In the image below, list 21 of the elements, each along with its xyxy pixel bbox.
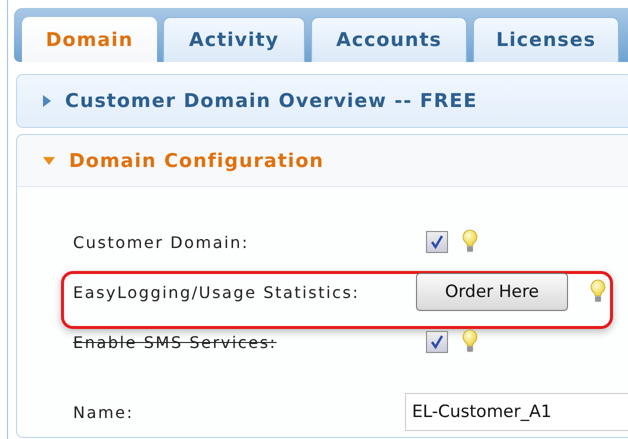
tab[interactable]: Domain [22, 17, 157, 62]
field-label: Name: [73, 402, 135, 422]
lightbulb-icon[interactable] [462, 229, 478, 255]
field-label: Customer Domain: [73, 232, 250, 252]
tab[interactable]: Activity [163, 17, 305, 62]
caret-icon [43, 95, 51, 107]
section-header[interactable]: Domain Configuration [17, 135, 628, 187]
checkbox[interactable] [426, 231, 448, 253]
lightbulb-icon[interactable] [590, 279, 606, 305]
section-header[interactable]: Customer Domain Overview -- FREE [17, 75, 628, 127]
field-label: Enable SMS Services: [73, 332, 278, 352]
checkmark-icon [429, 234, 445, 250]
order-button[interactable]: Order Here [416, 273, 568, 311]
checkmark-icon [429, 334, 445, 350]
checkbox[interactable] [426, 331, 448, 353]
caret-icon [43, 156, 55, 164]
name-field[interactable]: EL-Customer_A1 [404, 393, 628, 431]
tab[interactable]: Licenses [473, 17, 619, 62]
lightbulb-icon[interactable] [462, 329, 478, 355]
field-label: EasyLogging/Usage Statistics: [73, 282, 360, 302]
tab[interactable]: Accounts [311, 17, 467, 62]
